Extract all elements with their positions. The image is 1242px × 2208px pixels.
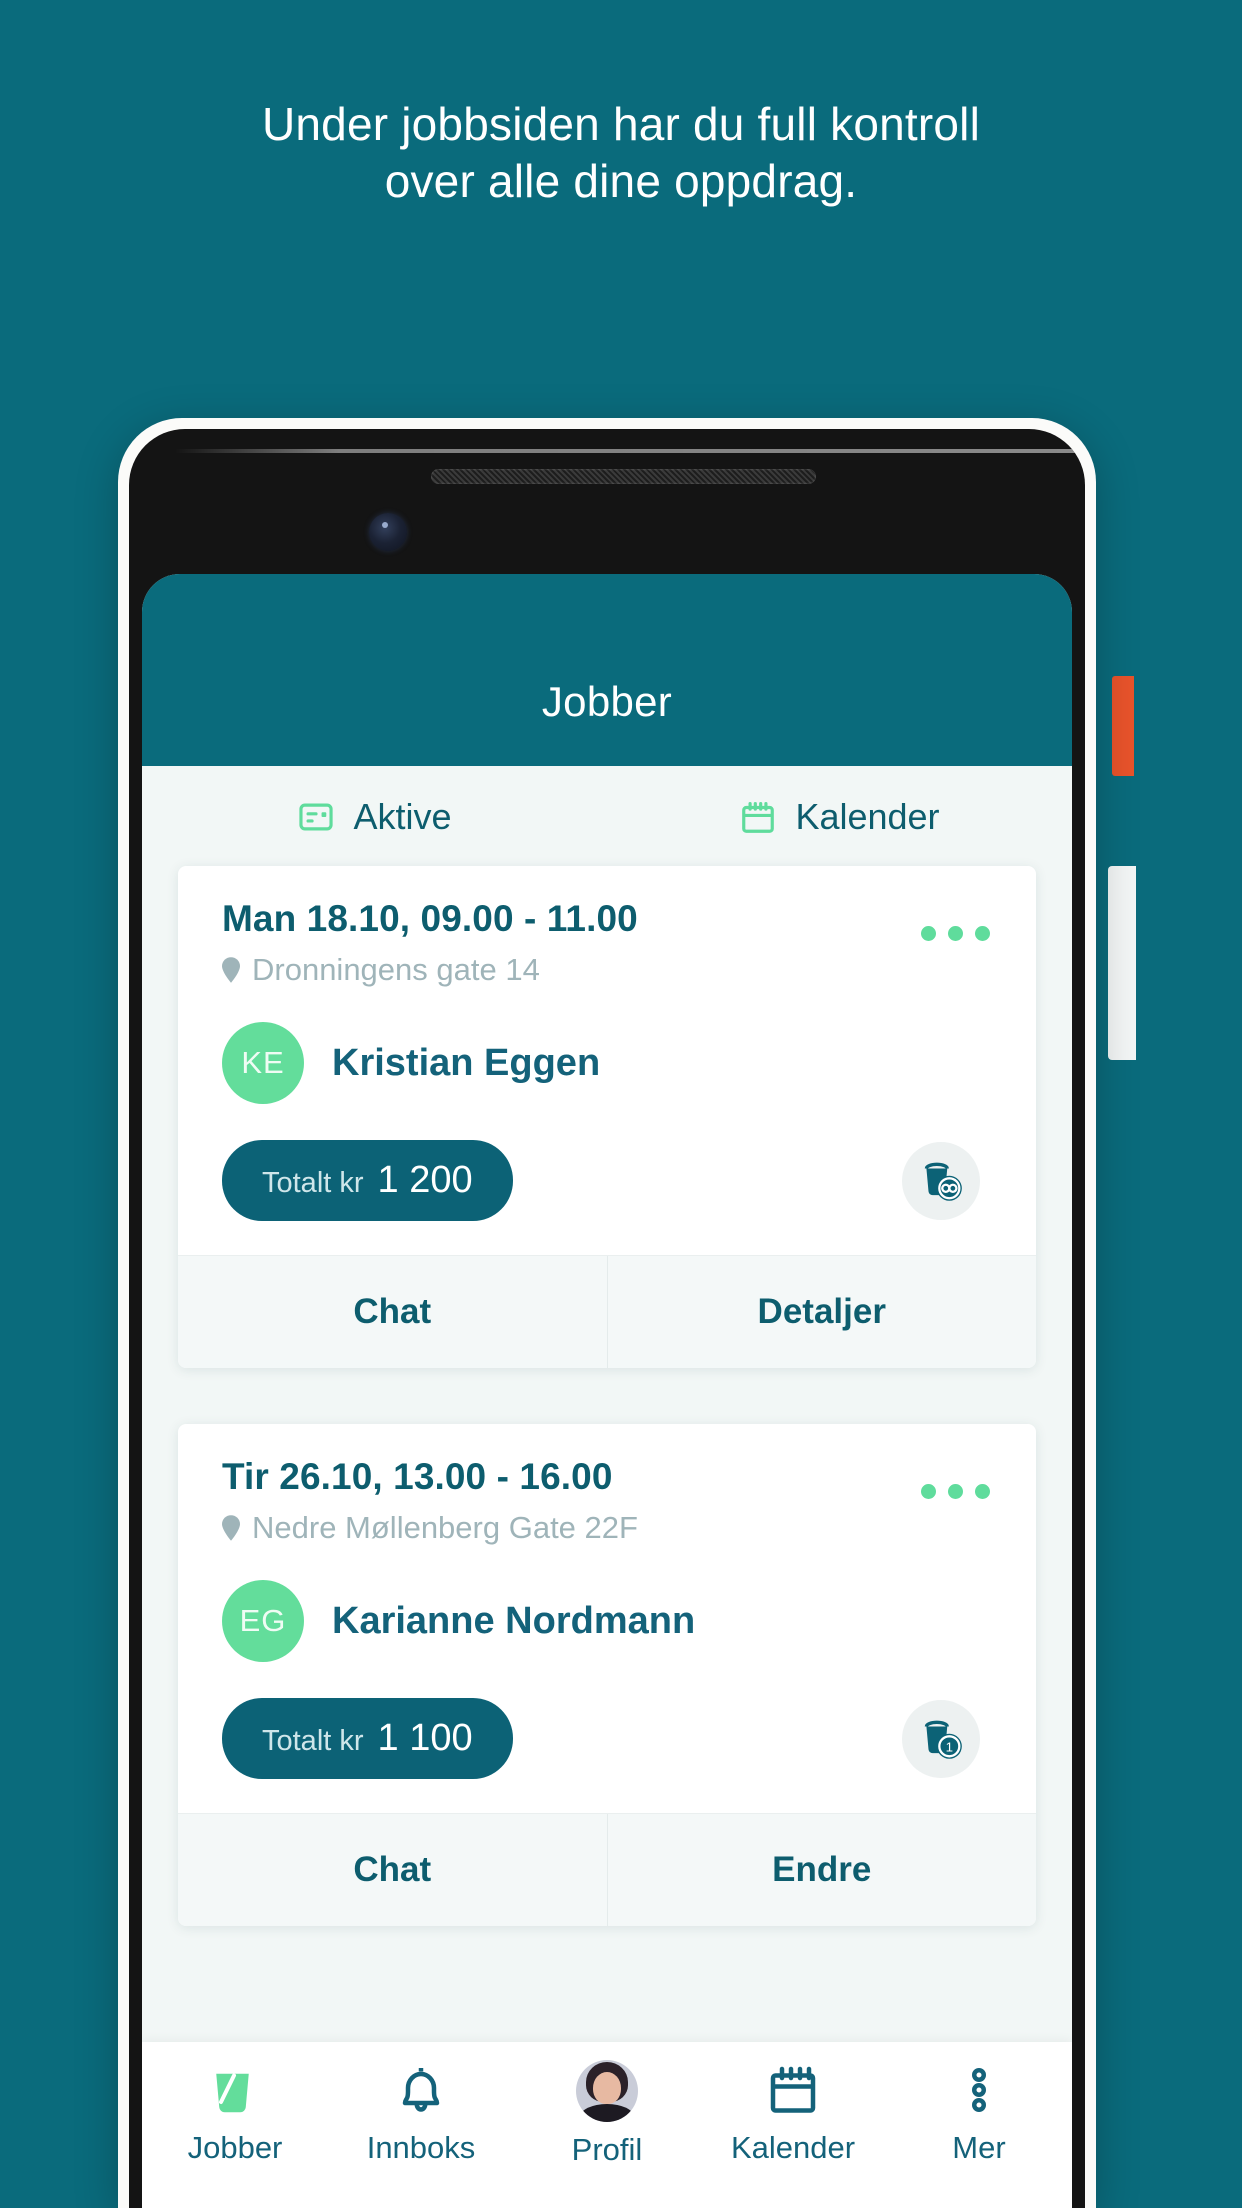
- phone-screen: Jobber Aktive Kalender Man 18.10, 09.00 …: [142, 574, 1072, 2208]
- phone-body: Jobber Aktive Kalender Man 18.10, 09.00 …: [129, 429, 1085, 2208]
- job-action-chat[interactable]: Chat: [178, 1814, 607, 1926]
- calendar-icon: [739, 798, 777, 836]
- nav-label-kalender: Kalender: [730, 2130, 856, 2165]
- job-action-detaljer[interactable]: Detaljer: [606, 1256, 1037, 1368]
- nav-item-innboks[interactable]: Innboks: [328, 2060, 514, 2166]
- app-bar: Jobber: [142, 574, 1072, 766]
- job-time: Man 18.10, 09.00 - 11.00: [222, 898, 638, 939]
- tab-aktive[interactable]: Aktive: [142, 796, 607, 838]
- job-client-row: EG Karianne Nordmann: [222, 1580, 992, 1662]
- tab-aktive-label: Aktive: [353, 796, 452, 837]
- job-address: Dronningens gate 14: [252, 952, 540, 987]
- avatar-photo: [576, 2060, 638, 2122]
- job-address: Nedre Møllenberg Gate 22F: [252, 1510, 638, 1545]
- phone-mockup: Jobber Aktive Kalender Man 18.10, 09.00 …: [118, 418, 1096, 2208]
- job-card-body: Tir 26.10, 13.00 - 16.00 Nedre Møllenber…: [178, 1424, 1036, 1813]
- tab-bar: Aktive Kalender: [142, 766, 1072, 866]
- job-card-actions: Chat Endre: [178, 1813, 1036, 1926]
- job-client-row: KE Kristian Eggen: [222, 1022, 992, 1104]
- bucket-count-icon[interactable]: 1: [902, 1699, 980, 1778]
- job-total-pill[interactable]: Totalt kr 1 100: [222, 1698, 513, 1779]
- nav-label-profil: Profil: [571, 2132, 643, 2167]
- bucket-icon: [205, 2060, 265, 2120]
- more-dots-icon: [949, 2060, 1009, 2120]
- job-card-actions: Chat Detaljer: [178, 1255, 1036, 1368]
- bucket-infinity-icon[interactable]: [902, 1141, 980, 1220]
- job-client-name: Kristian Eggen: [332, 1041, 601, 1084]
- page-title: Jobber: [541, 678, 673, 725]
- job-address-row: Dronningens gate 14: [222, 952, 992, 988]
- avatar: EG: [222, 1580, 304, 1662]
- job-overflow-menu-icon[interactable]: [921, 1484, 990, 1499]
- job-total-row: Totalt kr 1 200: [222, 1140, 992, 1221]
- job-total-value: 1 100: [377, 1717, 473, 1759]
- job-card[interactable]: Tir 26.10, 13.00 - 16.00 Nedre Møllenber…: [178, 1424, 1036, 1926]
- nav-label-mer: Mer: [952, 2130, 1006, 2165]
- nav-item-profil[interactable]: Profil: [514, 2060, 700, 2168]
- job-client-name: Karianne Nordmann: [332, 1599, 696, 1642]
- job-total-pill[interactable]: Totalt kr 1 200: [222, 1140, 513, 1221]
- bell-icon: [391, 2060, 451, 2120]
- front-camera-icon: [369, 513, 407, 551]
- nav-item-kalender[interactable]: Kalender: [700, 2060, 886, 2166]
- nav-item-jobber[interactable]: Jobber: [142, 2060, 328, 2166]
- location-pin-icon: [222, 957, 240, 983]
- job-total-row: Totalt kr 1 100 1: [222, 1698, 992, 1779]
- nav-label-jobber: Jobber: [187, 2130, 283, 2165]
- bottom-navigation: Jobber Innboks Profil Kalender Mer: [142, 2042, 1072, 2208]
- job-list: Man 18.10, 09.00 - 11.00 Dronningens gat…: [142, 866, 1072, 1926]
- job-total-label: Totalt kr: [262, 1167, 364, 1199]
- bucket-count-value: 1: [946, 1739, 953, 1754]
- job-action-endre[interactable]: Endre: [606, 1814, 1037, 1926]
- nav-label-innboks: Innboks: [366, 2130, 476, 2165]
- headline-line-2: over alle dine oppdrag.: [384, 155, 858, 208]
- headline-line-1: Under jobbsiden har du full kontroll: [261, 98, 981, 150]
- tab-kalender[interactable]: Kalender: [607, 796, 1072, 838]
- marketing-headline: Under jobbsiden har du full kontroll ove…: [0, 96, 1242, 210]
- job-card[interactable]: Man 18.10, 09.00 - 11.00 Dronningens gat…: [178, 866, 1036, 1368]
- list-card-icon: [297, 798, 335, 836]
- avatar: KE: [222, 1022, 304, 1104]
- job-overflow-menu-icon[interactable]: [921, 926, 990, 941]
- job-action-chat[interactable]: Chat: [178, 1256, 607, 1368]
- job-address-row: Nedre Møllenberg Gate 22F: [222, 1510, 992, 1546]
- tab-kalender-label: Kalender: [795, 796, 940, 837]
- calendar-icon: [763, 2060, 823, 2120]
- background-fragment-orange: [1112, 676, 1134, 776]
- job-total-label: Totalt kr: [262, 1725, 364, 1757]
- background-fragment-card: [1108, 866, 1136, 1060]
- job-card-body: Man 18.10, 09.00 - 11.00 Dronningens gat…: [178, 866, 1036, 1255]
- earpiece-speaker-icon: [431, 469, 816, 484]
- job-time: Tir 26.10, 13.00 - 16.00: [222, 1456, 613, 1497]
- nav-item-mer[interactable]: Mer: [886, 2060, 1072, 2166]
- job-total-value: 1 200: [377, 1159, 473, 1201]
- location-pin-icon: [222, 1515, 240, 1541]
